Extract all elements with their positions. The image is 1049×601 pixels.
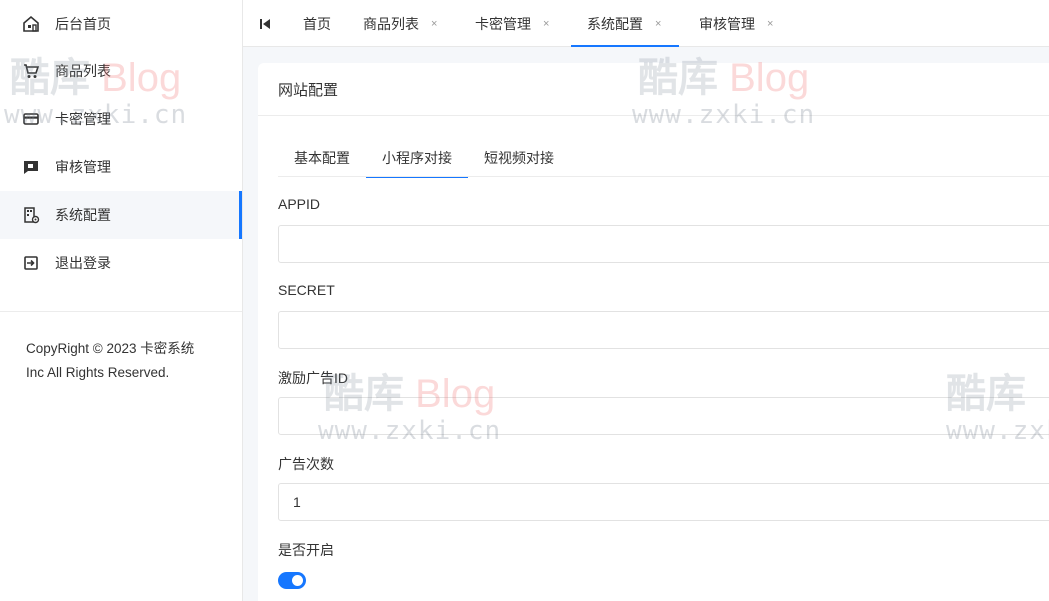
tab-bar: 首页 商品列表 × 卡密管理 × 系统配置 × 审核管理 × [243,0,1049,47]
subtab-miniprogram[interactable]: 小程序对接 [366,139,468,178]
settings-building-icon [22,206,40,224]
appid-input[interactable] [278,225,1049,263]
tab-label: 审核管理 [699,15,755,32]
sidebar-item-review[interactable]: 审核管理 [0,143,242,191]
tab-home[interactable]: 首页 [303,0,331,47]
toggle-knob [292,575,303,586]
config-subtabs: 基本配置 小程序对接 短视频对接 [278,139,1049,178]
card-icon [22,110,40,128]
tab-scroll-first-icon[interactable] [259,17,271,29]
tab-review[interactable]: 审核管理 × [699,0,773,47]
close-icon[interactable]: × [431,18,437,30]
sidebar-item-label: 审核管理 [55,159,111,175]
tab-label: 卡密管理 [475,15,531,32]
sidebar-item-label: 商品列表 [55,63,111,79]
settings-card: 网站配置 基本配置 小程序对接 短视频对接 APPID SECRET 激励广告I… [258,63,1049,601]
close-icon[interactable]: × [655,18,661,30]
subtab-shortvideo[interactable]: 短视频对接 [468,139,570,177]
enable-label: 是否开启 [278,542,334,558]
card-divider [258,115,1049,116]
sidebar-item-label: 后台首页 [55,16,111,32]
sidebar: 后台首页 商品列表 卡密管理 审核管理 系统配置 退出登录 CopyRight … [0,0,243,601]
review-icon [22,158,40,176]
sidebar-item-label: 卡密管理 [55,111,111,127]
copyright-line: CopyRight © 2023 卡密系统 [26,341,195,356]
subtab-label: 小程序对接 [382,150,452,166]
tab-products[interactable]: 商品列表 × [363,0,437,47]
appid-label: APPID [278,196,321,212]
secret-input[interactable] [278,311,1049,349]
sidebar-item-home[interactable]: 后台首页 [0,0,242,48]
copyright: CopyRight © 2023 卡密系统 Inc All Rights Res… [26,337,194,385]
subtab-label: 短视频对接 [484,150,554,166]
tab-label: 首页 [303,15,331,32]
logout-icon [22,254,40,272]
subtab-label: 基本配置 [294,150,350,166]
cart-icon [22,62,40,80]
ad-count-label: 广告次数 [278,456,334,472]
close-icon[interactable]: × [767,18,773,30]
tab-label: 商品列表 [363,15,419,32]
sidebar-item-products[interactable]: 商品列表 [0,47,242,95]
home-icon [22,15,40,33]
sidebar-item-label: 退出登录 [55,255,111,271]
tab-cards[interactable]: 卡密管理 × [475,0,549,47]
card-title: 网站配置 [278,82,339,99]
close-icon[interactable]: × [543,18,549,30]
sidebar-divider [0,311,242,312]
subtab-basic[interactable]: 基本配置 [278,139,366,177]
tab-label: 系统配置 [587,15,643,32]
enable-toggle[interactable] [278,572,306,589]
ad-count-input[interactable] [278,483,1049,521]
reward-ad-id-input[interactable] [278,397,1049,435]
copyright-line: Inc All Rights Reserved. [26,365,170,380]
tab-system-config[interactable]: 系统配置 × [570,0,680,47]
sidebar-item-logout[interactable]: 退出登录 [0,239,242,287]
reward-ad-id-label: 激励广告ID [278,370,348,386]
sidebar-item-cards[interactable]: 卡密管理 [0,95,242,143]
sidebar-item-system-config[interactable]: 系统配置 [0,191,242,239]
sidebar-item-label: 系统配置 [55,207,111,223]
secret-label: SECRET [278,282,335,298]
